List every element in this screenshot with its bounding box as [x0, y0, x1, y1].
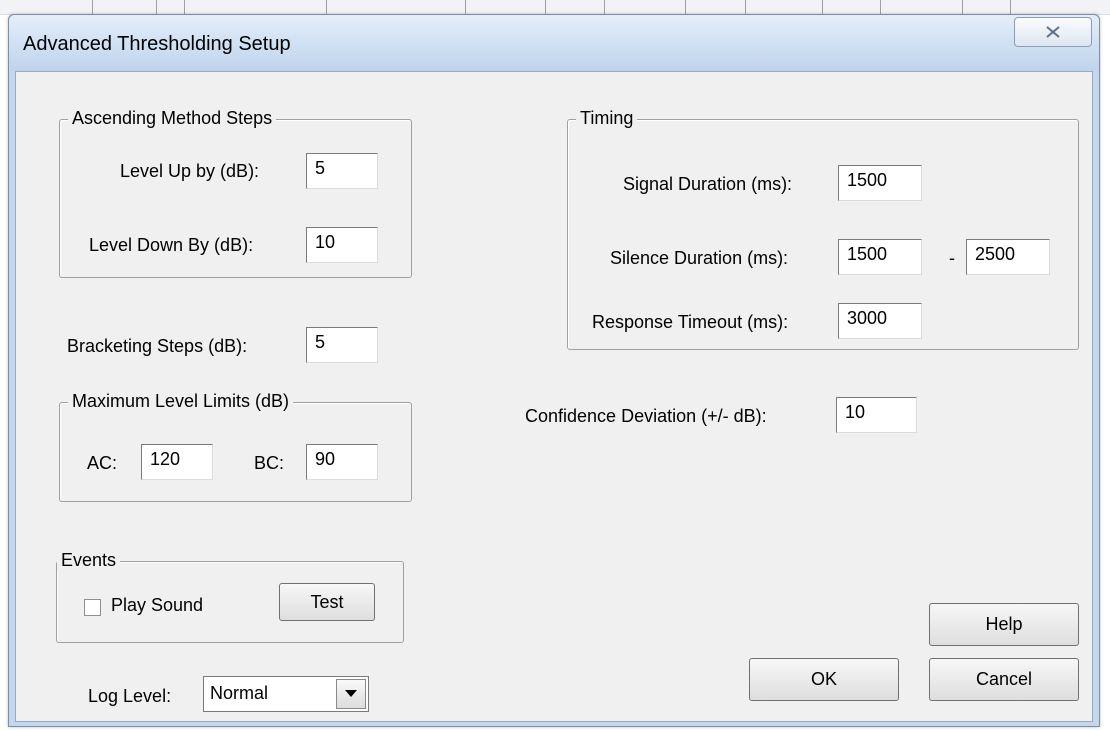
bracketing-steps-label: Bracketing Steps (dB): — [67, 336, 248, 356]
response-timeout-input[interactable]: 3000 — [838, 303, 922, 339]
cancel-button[interactable]: Cancel — [929, 658, 1079, 701]
close-button[interactable] — [1014, 17, 1092, 47]
signal-duration-input[interactable]: 1500 — [838, 165, 922, 201]
silence-duration-max-input[interactable]: 2500 — [966, 239, 1050, 275]
timing-legend: Timing — [576, 108, 638, 129]
ascending-method-legend: Ascending Method Steps — [68, 108, 277, 129]
confidence-deviation-label: Confidence Deviation (+/- dB): — [525, 406, 767, 426]
bc-input[interactable]: 90 — [306, 444, 378, 480]
chevron-down-icon — [345, 690, 357, 697]
play-sound-checkbox[interactable] — [84, 599, 101, 616]
level-down-input[interactable]: 10 — [306, 227, 378, 263]
level-up-input[interactable]: 5 — [306, 153, 378, 189]
ac-input[interactable]: 120 — [141, 444, 213, 480]
ac-label: AC: — [87, 453, 118, 473]
level-down-label: Level Down By (dB): — [89, 235, 254, 255]
test-button[interactable]: Test — [279, 583, 375, 621]
window-title: Advanced Thresholding Setup — [23, 33, 291, 55]
level-up-label: Level Up by (dB): — [120, 161, 260, 181]
confidence-deviation-input[interactable]: 10 — [836, 397, 917, 433]
events-legend: Events — [57, 550, 121, 571]
response-timeout-label: Response Timeout (ms): — [592, 312, 789, 332]
help-button[interactable]: Help — [929, 603, 1079, 646]
title-bar[interactable]: Advanced Thresholding Setup — [9, 15, 1099, 71]
silence-duration-min-input[interactable]: 1500 — [838, 239, 922, 275]
bc-label: BC: — [254, 453, 285, 473]
log-level-label: Log Level: — [88, 686, 172, 706]
dialog-client-area: Ascending Method Steps Level Up by (dB):… — [15, 71, 1093, 722]
play-sound-label[interactable]: Play Sound — [111, 595, 203, 616]
ok-button[interactable]: OK — [749, 658, 899, 701]
bracketing-steps-input[interactable]: 5 — [306, 327, 378, 363]
close-icon — [1046, 26, 1060, 38]
silence-duration-label: Silence Duration (ms): — [610, 248, 789, 268]
signal-duration-label: Signal Duration (ms): — [623, 174, 793, 194]
dropdown-arrow-button[interactable] — [336, 679, 366, 709]
background-window-strip — [0, 0, 1110, 15]
dialog-window: Advanced Thresholding Setup Ascending Me… — [8, 14, 1100, 727]
log-level-dropdown[interactable]: Normal — [203, 676, 369, 712]
log-level-value: Normal — [210, 683, 269, 703]
silence-range-separator: - — [949, 248, 955, 268]
max-level-limits-legend: Maximum Level Limits (dB) — [68, 391, 294, 412]
